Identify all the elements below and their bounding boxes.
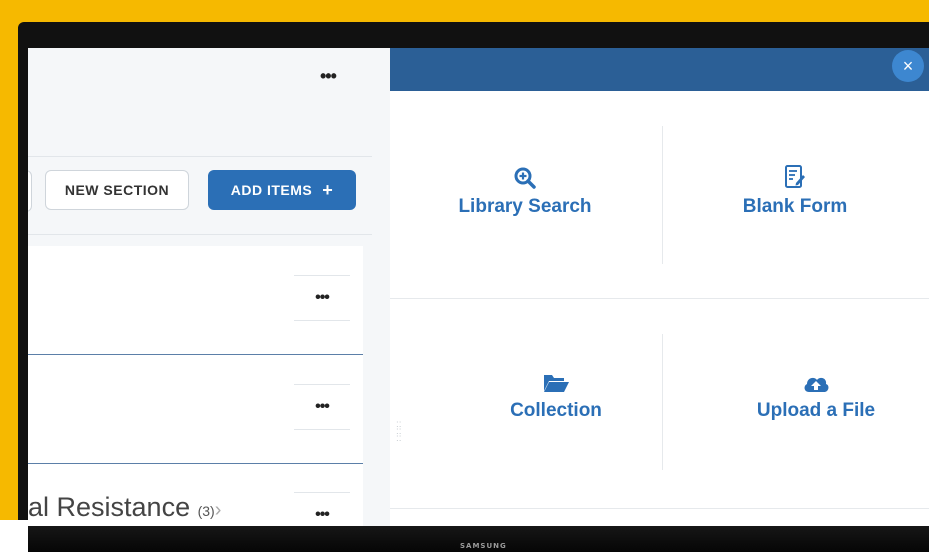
tile-label: Library Search [458,196,592,217]
row-more-button[interactable]: ••• [294,275,350,321]
folder-open-icon [544,375,569,392]
partial-button[interactable] [28,170,32,212]
background-corner [0,520,28,552]
divider [390,508,929,509]
close-icon: × [902,55,914,76]
item-count: (3) [197,503,215,519]
divider [662,126,663,264]
edit-document-icon [785,165,805,188]
row-divider [28,463,363,464]
tile-label: Collection [510,400,602,421]
list-item[interactable]: al Resistance (3)› [28,492,221,523]
section-list: ••• ••• ••• [28,246,363,526]
panel-more-button[interactable]: ••• [320,66,337,87]
divider [390,298,929,299]
row-divider [28,354,363,355]
divider [28,156,372,157]
chevron-right-icon: › [214,499,222,521]
add-items-label: ADD ITEMS [230,182,313,198]
search-plus-icon [514,167,536,189]
tile-label: Upload a File [756,400,876,421]
upload-file-tile[interactable]: Upload a File [741,372,891,422]
add-items-panel: × :::::: Library Search Blank Form Colle… [390,48,929,526]
blank-form-tile[interactable]: Blank Form [725,164,865,218]
add-items-button[interactable]: ADD ITEMS + [208,170,356,210]
new-section-button[interactable]: NEW SECTION [45,170,189,210]
row-more-button[interactable]: ••• [294,384,350,430]
screen: ••• NEW SECTION ADD ITEMS + ••• ••• ••• … [28,48,929,526]
collection-tile[interactable]: Collection [476,372,636,422]
monitor-brand: SAMSUNG [460,542,507,550]
drag-handle-icon[interactable]: :::::: [396,420,402,444]
left-panel: ••• NEW SECTION ADD ITEMS + ••• ••• ••• … [28,48,390,526]
library-search-tile[interactable]: Library Search [445,166,605,218]
panel-header [390,48,929,91]
row-more-button[interactable]: ••• [294,492,350,526]
plus-icon: + [322,179,334,200]
list-item-title: al Resistance [28,492,191,522]
close-button[interactable]: × [892,50,924,82]
divider [28,234,372,235]
cloud-upload-icon [804,377,829,392]
divider [662,334,663,470]
tile-label: Blank Form [742,196,848,217]
